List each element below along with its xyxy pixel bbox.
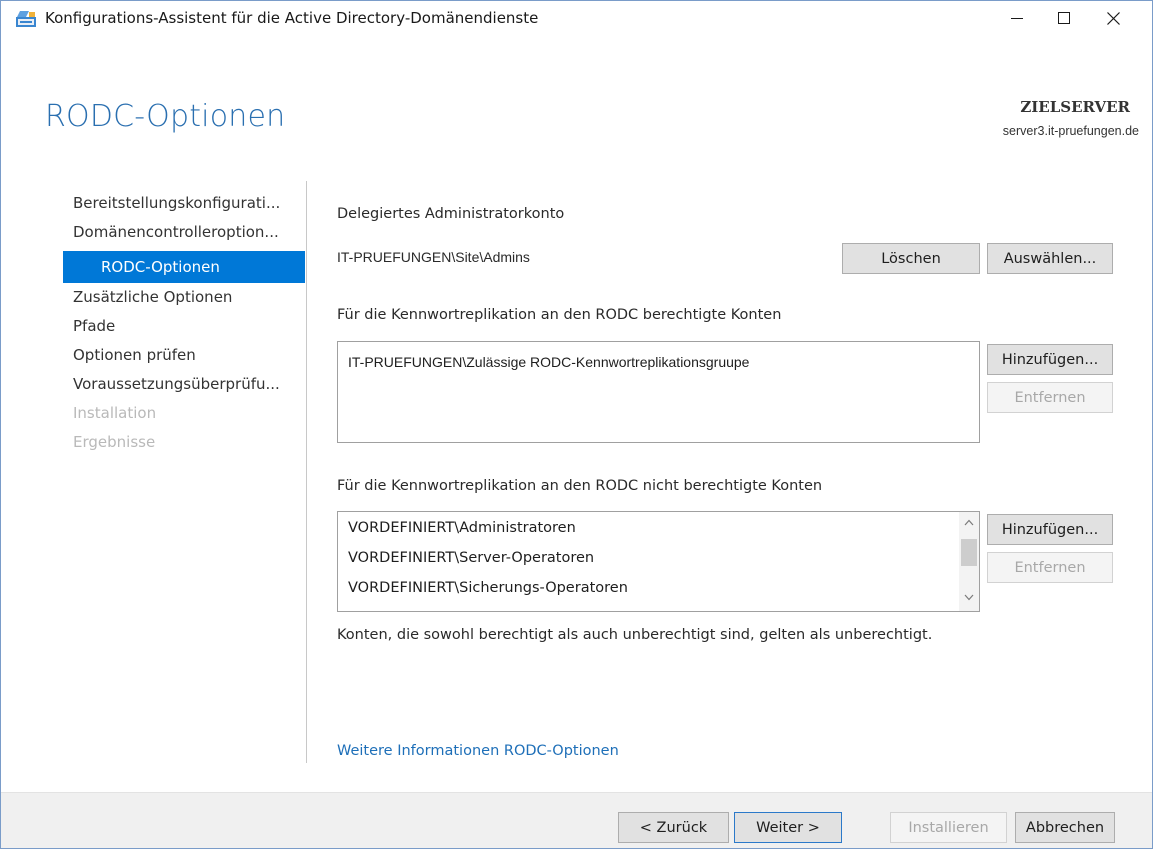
more-info-link[interactable]: Weitere Informationen RODC-Optionen — [337, 743, 619, 759]
nav-item[interactable]: Zusätzliche Optionen — [63, 283, 305, 312]
close-icon — [1106, 11, 1120, 25]
denied-list-scrollbar[interactable] — [959, 512, 979, 611]
wizard-footer: < Zurück Weiter > Installieren Abbrechen — [1, 792, 1152, 848]
nav-item[interactable]: Domänencontrolleroption... — [63, 218, 305, 247]
nav-item[interactable]: Pfade — [63, 312, 305, 341]
nav-item[interactable]: Bereitstellungskonfigurati... — [63, 189, 305, 218]
delete-button[interactable]: Löschen — [842, 243, 980, 274]
window-title: Konfigurations-Assistent für die Active … — [45, 9, 539, 27]
denied-remove-button[interactable]: Entfernen — [987, 552, 1113, 583]
allowed-remove-button[interactable]: Entfernen — [987, 382, 1113, 413]
minimize-icon — [1011, 18, 1023, 19]
list-item[interactable]: IT-PRUEFUNGEN\Zulässige RODC-Kennwortrep… — [348, 354, 749, 370]
maximize-icon — [1058, 12, 1070, 24]
target-server-label: ZIELSERVER — [1020, 98, 1130, 116]
chevron-up-icon — [964, 519, 974, 526]
precedence-note: Konten, die sowohl berechtigt als auch u… — [337, 627, 933, 643]
denied-accounts-list[interactable]: VORDEFINIERT\Administratoren VORDEFINIER… — [337, 511, 980, 612]
scroll-thumb[interactable] — [961, 539, 977, 566]
list-item[interactable]: VORDEFINIERT\Sicherungs-Operatoren — [348, 580, 628, 596]
close-button[interactable] — [1090, 1, 1136, 35]
list-item[interactable]: VORDEFINIERT\Server-Operatoren — [348, 550, 594, 566]
allowed-accounts-label: Für die Kennwortreplikation an den RODC … — [337, 307, 782, 323]
nav-item[interactable]: RODC-Optionen — [63, 251, 305, 283]
chevron-down-icon — [964, 594, 974, 601]
nav-item[interactable]: Voraussetzungsüberprüfu... — [63, 370, 305, 399]
cancel-button[interactable]: Abbrechen — [1015, 812, 1115, 843]
delegated-admin-label: Delegiertes Administratorkonto — [337, 206, 565, 222]
delegated-admin-value: IT-PRUEFUNGEN\Site\Admins — [337, 249, 530, 265]
allowed-accounts-list[interactable]: IT-PRUEFUNGEN\Zulässige RODC-Kennwortrep… — [337, 341, 980, 443]
maximize-button[interactable] — [1041, 1, 1087, 35]
denied-accounts-label: Für die Kennwortreplikation an den RODC … — [337, 478, 823, 494]
target-server-name: server3.it-pruefungen.de — [1002, 124, 1139, 138]
minimize-button[interactable] — [994, 1, 1040, 35]
denied-add-button[interactable]: Hinzufügen... — [987, 514, 1113, 545]
list-item[interactable]: VORDEFINIERT\Administratoren — [348, 520, 576, 536]
wizard-window: Konfigurations-Assistent für die Active … — [0, 0, 1153, 849]
page-title: RODC-Optionen — [45, 99, 286, 134]
nav-divider — [306, 181, 307, 763]
wizard-navigation: Bereitstellungskonfigurati... Domänencont… — [63, 189, 305, 457]
select-button[interactable]: Auswählen... — [987, 243, 1113, 274]
nav-item: Installation — [73, 404, 157, 422]
server-manager-icon — [15, 10, 37, 28]
title-bar: Konfigurations-Assistent für die Active … — [1, 1, 1152, 37]
install-button[interactable]: Installieren — [890, 812, 1007, 843]
next-button[interactable]: Weiter > — [734, 812, 842, 843]
allowed-add-button[interactable]: Hinzufügen... — [987, 344, 1113, 375]
back-button[interactable]: < Zurück — [618, 812, 729, 843]
nav-item[interactable]: Optionen prüfen — [63, 341, 305, 370]
nav-item: Ergebnisse — [73, 433, 156, 451]
